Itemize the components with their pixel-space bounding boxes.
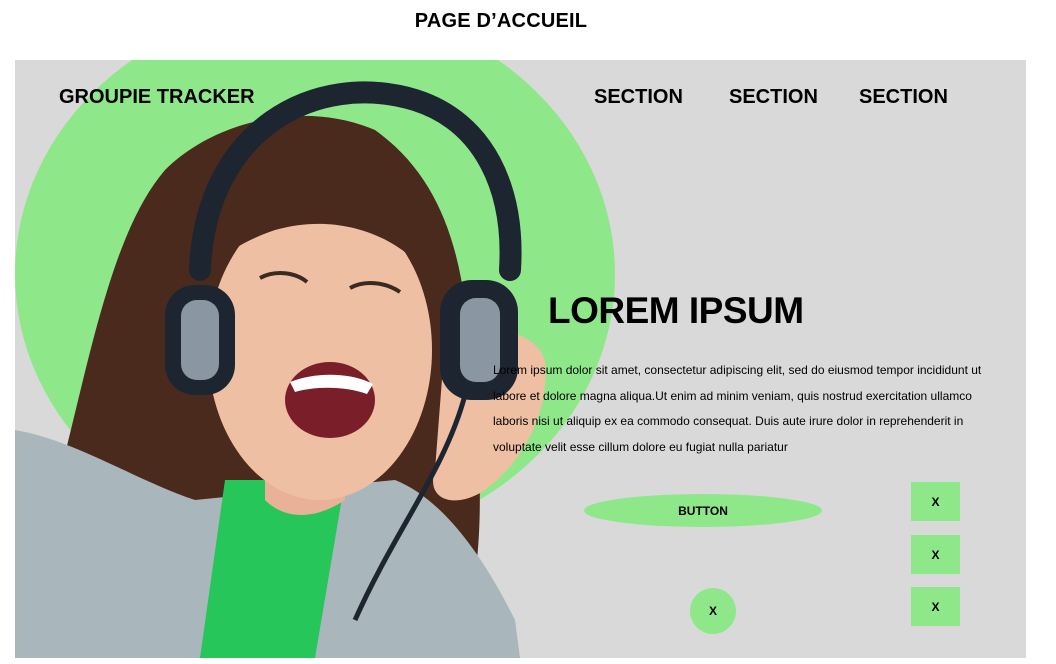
page-title: PAGE D’ACCUEIL [414, 10, 588, 32]
mockup-frame: GROUPIE TRACKER SECTION SECTION SECTION … [15, 60, 1026, 658]
hero-description: Lorem ipsum dolor sit amet, consectetur … [493, 363, 982, 454]
nav-section-1[interactable]: SECTION [594, 86, 683, 109]
hero-title: LOREM IPSUM [548, 290, 804, 331]
brand-logo-text[interactable]: GROUPIE TRACKER [59, 86, 255, 109]
square-x-button-1[interactable]: X [911, 482, 960, 521]
nav-section-2[interactable]: SECTION [729, 86, 818, 109]
nav-section-3[interactable]: SECTION [859, 86, 948, 109]
round-x-button[interactable]: X [690, 588, 736, 634]
square-x-button-2[interactable]: X [911, 535, 960, 574]
woman-with-headphones-illustration [15, 81, 546, 658]
hero-cta-button[interactable]: BUTTON [584, 494, 822, 527]
square-x-button-3[interactable]: X [911, 587, 960, 626]
